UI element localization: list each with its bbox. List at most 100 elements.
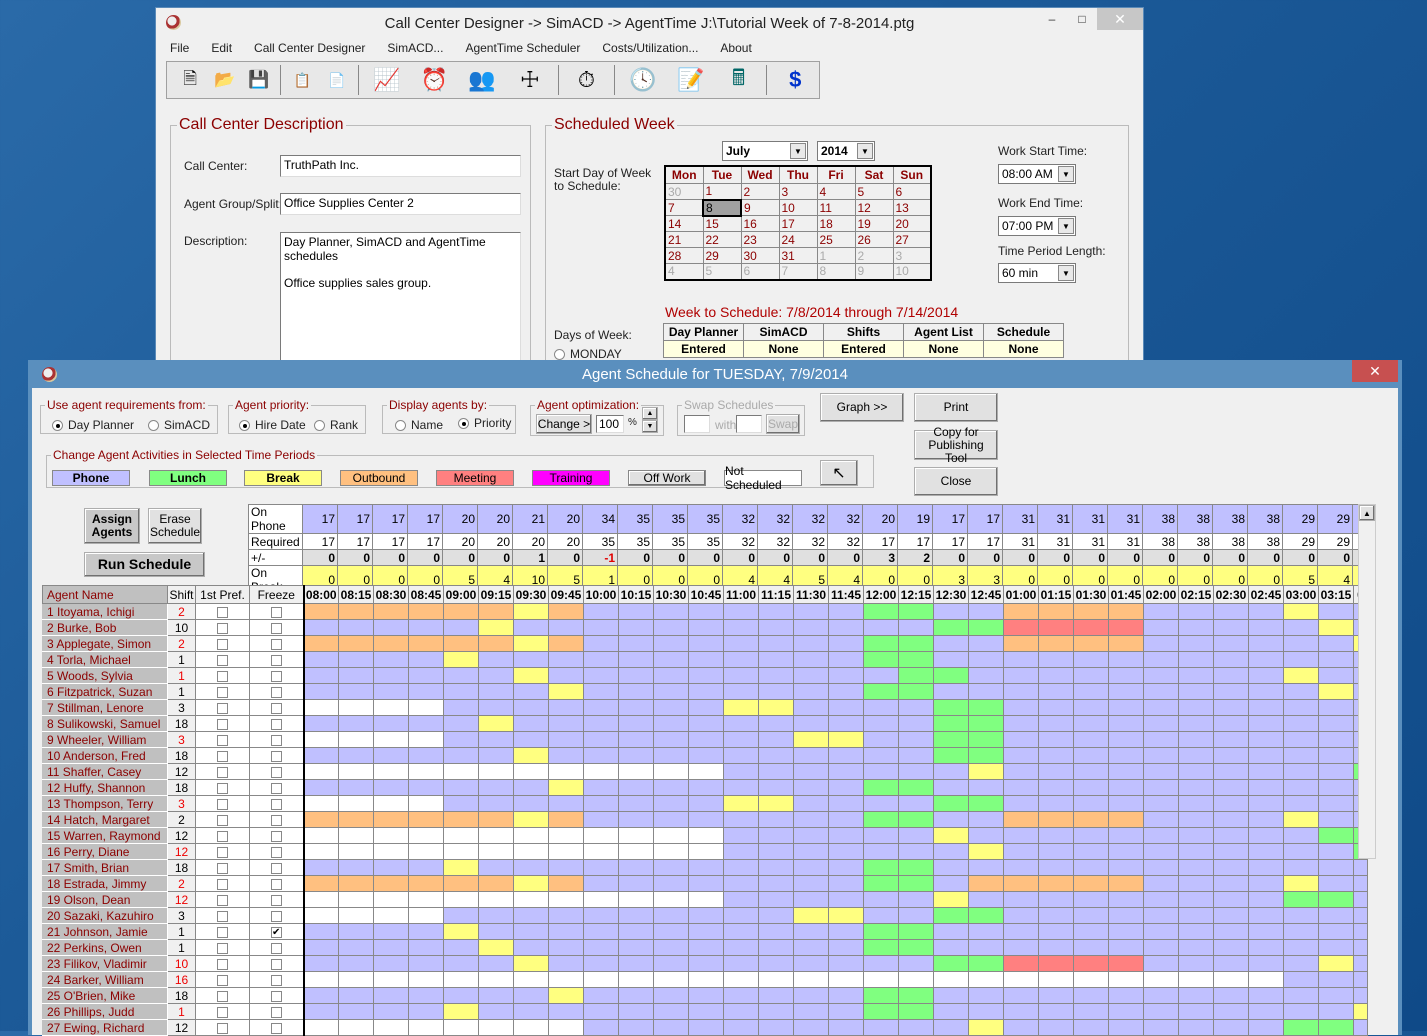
schedule-cell[interactable]	[513, 1003, 549, 1020]
schedule-cell[interactable]	[478, 843, 514, 860]
schedule-cell[interactable]	[1003, 875, 1039, 892]
schedule-cell[interactable]	[618, 779, 654, 796]
schedule-cell[interactable]	[1248, 827, 1284, 844]
schedule-cell[interactable]	[1353, 859, 1368, 876]
first-pref-checkbox[interactable]	[217, 846, 228, 858]
schedule-cell[interactable]	[618, 891, 654, 908]
schedule-cell[interactable]	[1283, 699, 1319, 716]
schedule-cell[interactable]	[443, 635, 479, 652]
schedule-cell[interactable]	[1108, 763, 1144, 780]
chevron-down-icon[interactable]: ▼	[790, 143, 806, 159]
schedule-clock-icon[interactable]: 🕓	[621, 65, 665, 95]
schedule-cell[interactable]	[688, 603, 724, 620]
schedule-cell[interactable]	[478, 955, 514, 972]
schedule-cell[interactable]	[303, 747, 339, 764]
schedule-cell[interactable]	[653, 747, 689, 764]
schedule-cell[interactable]	[513, 875, 549, 892]
schedule-cell[interactable]	[1038, 763, 1074, 780]
schedule-cell[interactable]	[828, 635, 864, 652]
schedule-cell[interactable]	[1213, 939, 1249, 956]
schedule-cell[interactable]	[478, 651, 514, 668]
schedule-cell[interactable]	[513, 715, 549, 732]
schedule-cell[interactable]	[723, 747, 759, 764]
schedule-cell[interactable]	[933, 619, 969, 636]
calendar-day[interactable]: 26	[854, 231, 894, 248]
first-pref-checkbox[interactable]	[217, 638, 228, 650]
schedule-cell[interactable]	[653, 699, 689, 716]
schedule-cell[interactable]	[863, 811, 899, 828]
schedule-cell[interactable]	[373, 827, 409, 844]
calendar-day[interactable]: 20	[892, 215, 932, 232]
freeze-checkbox[interactable]	[270, 654, 282, 666]
schedule-cell[interactable]	[863, 907, 899, 924]
schedule-cell[interactable]	[688, 843, 724, 860]
schedule-cell[interactable]	[1178, 1019, 1214, 1036]
schedule-cell[interactable]	[1318, 971, 1354, 988]
schedule-cell[interactable]	[583, 875, 619, 892]
schedule-cell[interactable]	[1318, 811, 1354, 828]
schedule-cell[interactable]	[1213, 667, 1249, 684]
schedule-cell[interactable]	[443, 747, 479, 764]
schedule-cell[interactable]	[1108, 731, 1144, 748]
first-pref-checkbox[interactable]	[217, 958, 228, 970]
open-folder-icon[interactable]: 📂	[209, 65, 239, 95]
schedule-cell[interactable]	[513, 1019, 549, 1036]
schedule-cell[interactable]	[1178, 699, 1214, 716]
display-priority-radio[interactable]: Priority	[458, 416, 511, 430]
calendar-day[interactable]: 9	[854, 263, 894, 280]
schedule-cell[interactable]	[688, 987, 724, 1004]
schedule-cell[interactable]	[933, 891, 969, 908]
schedule-cell[interactable]	[1283, 955, 1319, 972]
schedule-cell[interactable]	[758, 779, 794, 796]
schedule-cell[interactable]	[968, 779, 1004, 796]
agent-name[interactable]: 2 Burke, Bob	[42, 619, 168, 636]
schedule-cell[interactable]	[338, 875, 374, 892]
calendar-day[interactable]: 11	[816, 199, 856, 216]
schedule-cell[interactable]	[688, 891, 724, 908]
agent-name[interactable]: 4 Torla, Michael	[42, 651, 168, 668]
schedule-cell[interactable]	[618, 619, 654, 636]
calendar-day[interactable]: 5	[854, 183, 894, 200]
calendar-day[interactable]: 23	[740, 231, 780, 248]
schedule-cell[interactable]	[968, 619, 1004, 636]
schedule-cell[interactable]	[653, 635, 689, 652]
schedule-cell[interactable]	[303, 667, 339, 684]
schedule-cell[interactable]	[1213, 891, 1249, 908]
schedule-cell[interactable]	[723, 795, 759, 812]
schedule-cell[interactable]	[653, 859, 689, 876]
schedule-cell[interactable]	[758, 971, 794, 988]
schedule-cell[interactable]	[618, 811, 654, 828]
assign-agents-button[interactable]: Assign Agents	[84, 508, 140, 544]
schedule-cell[interactable]	[1318, 843, 1354, 860]
menu-file[interactable]: File	[170, 41, 189, 55]
schedule-cell[interactable]	[408, 635, 444, 652]
schedule-cell[interactable]	[338, 1003, 374, 1020]
schedule-cell[interactable]	[548, 955, 584, 972]
month-select[interactable]: July ▼	[722, 141, 808, 161]
calendar-day[interactable]: 29	[702, 247, 742, 264]
schedule-cell[interactable]	[828, 715, 864, 732]
schedule-cell[interactable]	[583, 795, 619, 812]
schedule-cell[interactable]	[933, 811, 969, 828]
schedule-cell[interactable]	[1108, 619, 1144, 636]
schedule-cell[interactable]	[513, 699, 549, 716]
schedule-cell[interactable]	[1353, 971, 1368, 988]
schedule-cell[interactable]	[373, 1003, 409, 1020]
priority-rank-radio[interactable]: Rank	[314, 418, 358, 432]
schedule-cell[interactable]	[933, 971, 969, 988]
agent-name[interactable]: 10 Anderson, Fred	[42, 747, 168, 764]
schedule-cell[interactable]	[1283, 651, 1319, 668]
schedule-cell[interactable]	[828, 651, 864, 668]
schedule-cell[interactable]	[583, 651, 619, 668]
schedule-cell[interactable]	[968, 651, 1004, 668]
schedule-cell[interactable]	[1143, 683, 1179, 700]
schedule-cell[interactable]	[1108, 747, 1144, 764]
schedule-cell[interactable]	[653, 939, 689, 956]
schedule-cell[interactable]	[373, 971, 409, 988]
schedule-cell[interactable]	[408, 939, 444, 956]
schedule-cell[interactable]	[1283, 747, 1319, 764]
schedule-cell[interactable]	[303, 651, 339, 668]
schedule-cell[interactable]	[373, 955, 409, 972]
agent-name[interactable]: 6 Fitzpatrick, Suzan	[42, 683, 168, 700]
schedule-cell[interactable]	[688, 763, 724, 780]
